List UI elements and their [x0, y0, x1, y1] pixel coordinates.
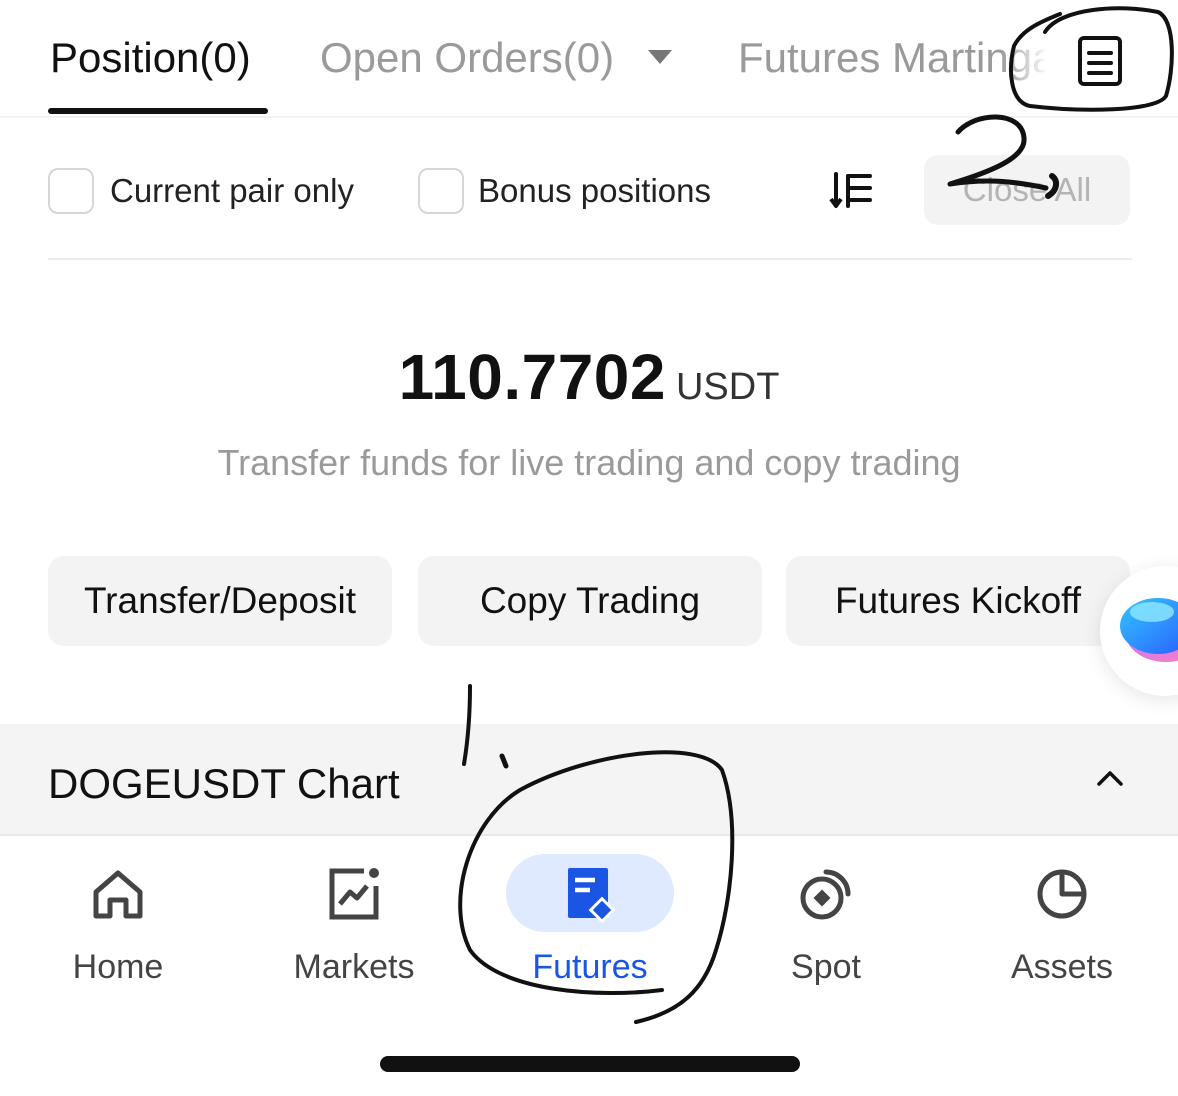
nav-label-spot: Spot: [791, 948, 861, 986]
nav-item-markets[interactable]: Markets: [236, 838, 472, 1008]
sort-icon[interactable]: [828, 170, 874, 212]
chart-section-header[interactable]: DOGEUSDT Chart: [0, 724, 1178, 836]
home-icon: [93, 870, 143, 919]
balance-subtitle: Transfer funds for live trading and copy…: [217, 442, 961, 483]
tab-open-orders[interactable]: Open Orders(0): [320, 34, 614, 82]
markets-icon: [329, 868, 379, 920]
assets-icon: [1037, 869, 1087, 919]
assistant-logo-icon: [1120, 598, 1178, 662]
nav-label-home: Home: [72, 948, 164, 986]
spot-icon: [800, 869, 851, 920]
futures-icon: [568, 868, 616, 924]
bonus-positions-checkbox[interactable]: [418, 168, 464, 214]
current-pair-label[interactable]: Current pair only: [110, 172, 354, 210]
tab-futures-martingale[interactable]: Futures Martingale: [738, 34, 1044, 82]
nav-label-markets: Markets: [293, 948, 415, 986]
home-indicator: [380, 1056, 800, 1072]
order-history-icon[interactable]: [1068, 28, 1132, 92]
nav-label-futures: Futures: [532, 948, 648, 986]
futures-kickoff-button[interactable]: Futures Kickoff: [786, 556, 1130, 646]
chart-title: DOGEUSDT Chart: [48, 760, 400, 807]
active-tab-indicator: [48, 108, 268, 114]
bonus-positions-label[interactable]: Bonus positions: [478, 172, 711, 210]
section-divider: [48, 258, 1132, 260]
nav-item-futures[interactable]: Futures: [472, 838, 708, 1008]
nav-label-assets: Assets: [1010, 948, 1114, 986]
tab-overflow-fade: [1000, 20, 1050, 100]
futures-balance: 110.7702 USDT: [0, 340, 1178, 414]
chevron-up-icon[interactable]: [1094, 766, 1126, 790]
close-all-button[interactable]: Close All: [924, 155, 1130, 225]
chevron-down-icon[interactable]: [648, 50, 672, 64]
position-tabs: Position(0) Open Orders(0) Futures Marti…: [0, 0, 1178, 118]
current-pair-checkbox[interactable]: [48, 168, 94, 214]
nav-item-home[interactable]: Home: [0, 838, 236, 1008]
balance-value: 110.7702: [398, 341, 666, 413]
copy-trading-button[interactable]: Copy Trading: [418, 556, 762, 646]
transfer-deposit-button[interactable]: Transfer/Deposit: [48, 556, 392, 646]
nav-item-spot[interactable]: Spot: [708, 838, 944, 1008]
position-filters: Current pair only Bonus positions Close …: [0, 140, 1178, 240]
tab-position[interactable]: Position(0): [50, 34, 251, 82]
balance-unit: USDT: [675, 366, 780, 408]
nav-item-assets[interactable]: Assets: [944, 838, 1178, 1008]
